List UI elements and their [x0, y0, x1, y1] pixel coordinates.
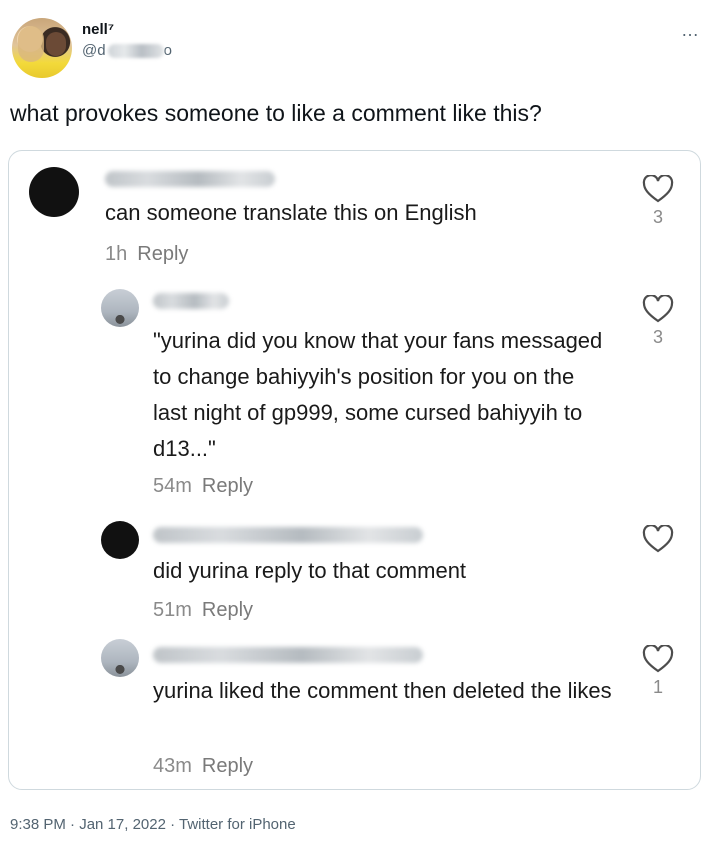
author-name[interactable]: nell⁷ — [82, 21, 114, 38]
heart-icon — [642, 175, 674, 203]
like-count: 3 — [652, 207, 663, 227]
commenter-name-redacted — [153, 647, 423, 663]
comment-4: yurina liked the comment then deleted th… — [9, 631, 700, 789]
handle-suffix: o — [163, 42, 172, 59]
reply-button[interactable]: Reply — [137, 243, 188, 265]
like-count: 1 — [652, 677, 663, 697]
comment-3: did yurina reply to that comment 51m Repl… — [9, 511, 700, 631]
author-avatar[interactable] — [12, 18, 72, 78]
comment-meta: 43m Reply — [153, 755, 253, 778]
tweet-timestamp[interactable]: 9:38 PM · Jan 17, 2022 · Twitter for iPh… — [10, 816, 296, 833]
commenter-name-redacted — [153, 293, 229, 309]
avatar-person-2 — [46, 32, 66, 56]
commenter-avatar[interactable] — [29, 167, 79, 217]
embedded-screenshot[interactable]: can someone translate this on English 1h… — [8, 150, 701, 790]
commenter-avatar[interactable] — [101, 639, 139, 677]
commenter-avatar[interactable] — [101, 289, 139, 327]
tweet-text: what provokes someone to like a comment … — [10, 100, 542, 126]
handle-prefix: @d — [82, 42, 106, 59]
comment-1: can someone translate this on English 1h… — [9, 151, 700, 281]
tweet-header: nell⁷ @d o … — [12, 18, 708, 88]
comment-time: 51m — [153, 599, 192, 621]
heart-icon — [642, 295, 674, 323]
like-button[interactable] — [641, 525, 675, 553]
avatar-person-1 — [18, 26, 44, 62]
like-count: 3 — [652, 327, 663, 347]
commenter-name-redacted — [105, 171, 275, 187]
comment-text: can someone translate this on English — [105, 200, 477, 225]
commenter-avatar[interactable] — [101, 521, 139, 559]
author-handle[interactable]: @d o — [82, 42, 172, 59]
like-button[interactable]: 3 — [641, 175, 675, 228]
reply-button[interactable]: Reply — [202, 599, 253, 621]
comment-meta: 54m Reply — [153, 475, 253, 498]
comment-time: 54m — [153, 475, 192, 497]
comment-meta: 51m Reply — [153, 599, 253, 622]
comment-meta: 1h Reply — [105, 243, 188, 266]
comment-time: 43m — [153, 755, 192, 777]
handle-redacted — [107, 43, 164, 58]
reply-button[interactable]: Reply — [202, 755, 253, 777]
commenter-name-redacted — [153, 527, 423, 543]
comment-text: did yurina reply to that comment — [153, 558, 467, 583]
heart-icon — [642, 645, 674, 673]
heart-icon — [642, 525, 674, 553]
comment-text: yurina liked the comment then deleted th… — [153, 678, 612, 703]
reply-button[interactable]: Reply — [202, 475, 253, 497]
comment-text: "yurina did you know that your fans mess… — [153, 328, 603, 461]
comment-time: 1h — [105, 243, 128, 265]
more-options-icon[interactable]: … — [681, 20, 700, 41]
like-button[interactable]: 1 — [641, 645, 675, 698]
comment-2: "yurina did you know that your fans mess… — [9, 281, 700, 511]
like-button[interactable]: 3 — [641, 295, 675, 348]
